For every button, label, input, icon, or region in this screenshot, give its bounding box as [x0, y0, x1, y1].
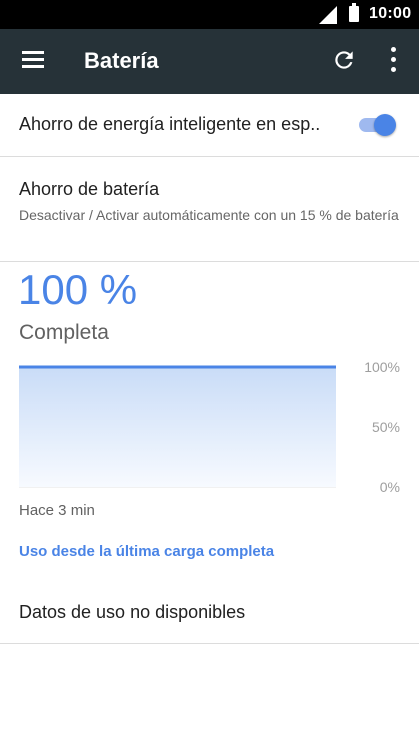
- battery-saver-label: Ahorro de batería: [19, 179, 160, 199]
- more-vert-icon[interactable]: [381, 45, 405, 75]
- refresh-icon[interactable]: [331, 47, 357, 73]
- y-tick-label: 50%: [372, 419, 400, 435]
- status-bar: 10:00: [0, 0, 419, 29]
- usage-since-full-charge-link[interactable]: Uso desde la última carga completa: [19, 543, 274, 560]
- charge-status: Completa: [19, 321, 109, 344]
- battery-saver-row[interactable]: Ahorro de batería Desactivar / Activar a…: [0, 157, 419, 262]
- smart-power-saving-label: Ahorro de energía inteligente en esp..: [19, 114, 321, 134]
- battery-history-chart: 100% 50% 0%: [19, 359, 400, 495]
- menu-icon[interactable]: [22, 51, 44, 69]
- usage-data-row: Datos de uso no disponibles: [0, 580, 419, 644]
- page-title: Batería: [84, 48, 159, 73]
- chart-start-time: Hace 3 min: [19, 502, 95, 519]
- app-toolbar: Batería: [0, 29, 419, 94]
- smart-power-saving-row[interactable]: Ahorro de energía inteligente en esp..: [0, 94, 419, 157]
- usage-data-unavailable: Datos de uso no disponibles: [19, 602, 246, 622]
- clock: 10:00: [369, 5, 412, 22]
- battery-area-fill: [19, 367, 336, 487]
- battery-icon: [349, 3, 359, 22]
- cell-signal-icon: [319, 6, 337, 24]
- smart-power-saving-switch[interactable]: [358, 114, 398, 136]
- switch-thumb: [374, 114, 396, 136]
- y-tick-label: 100%: [364, 359, 400, 375]
- y-tick-label: 0%: [380, 479, 400, 495]
- battery-saver-summary: Desactivar / Activar automáticamente con…: [19, 207, 399, 223]
- battery-level: 100 %: [18, 266, 138, 313]
